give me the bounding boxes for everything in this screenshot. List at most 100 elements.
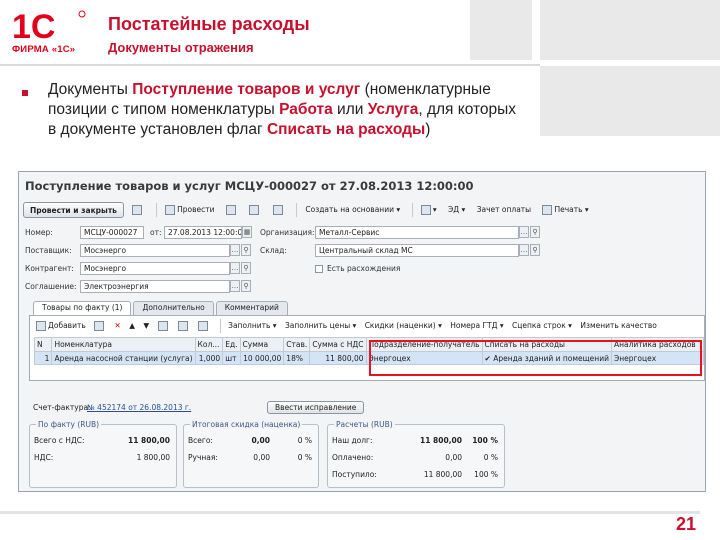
number-field[interactable]: МСЦУ-000027	[80, 226, 144, 239]
copy-row-icon[interactable]	[92, 320, 108, 332]
slide-subtitle: Документы отражения	[108, 40, 254, 55]
our-debt-label: Наш долг:	[332, 436, 373, 445]
bullet-marker	[22, 90, 28, 96]
organization-dropdown-icon[interactable]: …	[519, 226, 529, 238]
journal-icon[interactable]	[270, 202, 288, 218]
discounts-menu[interactable]: Скидки (наценки) ▾	[363, 320, 444, 332]
warehouse-field[interactable]: Центральный склад МС	[315, 244, 519, 257]
organization-label: Организация:	[260, 228, 315, 237]
warehouse-open-icon[interactable]: ⚲	[530, 244, 540, 256]
column-header[interactable]: Номенклатура	[51, 337, 196, 352]
print-menu[interactable]: Печать ▾	[539, 202, 591, 218]
our-debt-value: 11 800,00	[420, 436, 462, 445]
highlight-frame	[369, 340, 702, 376]
unpost-icon[interactable]	[223, 202, 241, 218]
change-quality-button[interactable]: Изменить качество	[578, 320, 659, 332]
decor-block	[540, 66, 720, 136]
tab-comment[interactable]: Комментарий	[215, 301, 288, 315]
discrepancy-checkbox[interactable]	[315, 265, 323, 273]
printer-icon	[542, 205, 553, 215]
group-title: Итоговая скидка (наценка)	[190, 420, 303, 429]
save-icon[interactable]	[129, 202, 147, 218]
presentation-slide: 1С ФИРМА «1С» Постатейные расходы Докуме…	[0, 0, 720, 540]
move-down-icon[interactable]: ▼	[141, 320, 151, 332]
select-icon[interactable]	[156, 320, 172, 332]
logo-text: 1С	[12, 8, 55, 42]
enter-correction-button[interactable]: Ввести исправление	[267, 401, 365, 414]
move-up-icon[interactable]: ▲	[127, 320, 137, 332]
table-cell[interactable]: 1,000	[194, 351, 224, 365]
calendar-icon[interactable]: ▦	[242, 226, 252, 238]
table-cell[interactable]: 18%	[283, 351, 311, 365]
agreement-field[interactable]: Электроэнергия	[80, 280, 230, 293]
column-header[interactable]: Ед.	[222, 337, 241, 352]
manual-discount-label: Ручная:	[188, 453, 218, 462]
1c-logo-mark: 1С	[12, 8, 86, 42]
add-row-button[interactable]: Добавить	[34, 320, 88, 332]
invoice-line: Счет-фактура: № 452174 от 26.08.2013 г.	[29, 397, 705, 415]
fill-prices-menu[interactable]: Заполнить цены ▾	[283, 320, 358, 332]
received-percent: 100 %	[474, 470, 498, 479]
organization-field[interactable]: Металл-Сервис	[315, 226, 519, 239]
paid-value: 0,00	[445, 453, 462, 462]
movements-icon[interactable]	[246, 202, 264, 218]
counterparty-label: Контрагент:	[25, 264, 74, 273]
supplier-dropdown-icon[interactable]: …	[230, 244, 240, 256]
decor-block	[540, 0, 720, 60]
table-cell[interactable]: 10 000,00	[239, 351, 285, 365]
tab-goods-fact[interactable]: Товары по факту (1)	[33, 301, 132, 315]
supplier-field[interactable]: Мосэнерго	[80, 244, 230, 257]
manual-discount-percent: 0 %	[297, 453, 312, 462]
pick-icon[interactable]	[176, 320, 192, 332]
slide-body-text: Документы Поступление товаров и услуг (н…	[48, 81, 517, 138]
delete-row-icon[interactable]: ✕	[113, 320, 123, 332]
column-header[interactable]: Сумма с НДС	[309, 337, 367, 352]
counterparty-dropdown-icon[interactable]: …	[230, 262, 240, 274]
discount-totals-group: Итоговая скидка (наценка) Всего: 0,00 0 …	[183, 420, 319, 488]
date-field[interactable]: 27.08.2013 12:00:00	[164, 226, 242, 239]
counterparty-open-icon[interactable]: ⚲	[241, 262, 251, 274]
tab-additional[interactable]: Дополнительно	[133, 301, 214, 315]
invoice-link[interactable]: № 452174 от 26.08.2013 г.	[87, 403, 191, 412]
document-tabs: Товары по факту (1) Дополнительно Коммента…	[33, 301, 290, 315]
document-toolbar: Провести и закрыть Провести Создать на о…	[23, 202, 701, 220]
supplier-open-icon[interactable]: ⚲	[241, 244, 251, 256]
gtd-numbers-menu[interactable]: Номера ГТД ▾	[448, 320, 505, 332]
column-header[interactable]: Кол...	[194, 337, 224, 352]
counterparty-field[interactable]: Мосэнерго	[80, 262, 230, 275]
total-with-vat-value: 11 800,00	[128, 436, 170, 445]
column-header[interactable]: Сумма	[239, 337, 285, 352]
post-and-close-button[interactable]: Провести и закрыть	[23, 202, 124, 218]
toolbar-separator	[411, 203, 413, 217]
toolbar-separator	[219, 319, 221, 333]
sort-icon[interactable]	[196, 320, 212, 332]
agreement-open-icon[interactable]: ⚲	[241, 280, 251, 292]
invoice-offset-button[interactable]: Зачет оплаты	[474, 202, 534, 218]
rows-link-menu[interactable]: Сцепка строк ▾	[510, 320, 574, 332]
agreement-dropdown-icon[interactable]: …	[230, 280, 240, 292]
fill-menu[interactable]: Заполнить ▾	[226, 320, 278, 332]
table-cell[interactable]: Аренда насосной станции (услуга)	[51, 351, 196, 365]
header-divider	[0, 64, 540, 66]
received-label: Поступило:	[332, 470, 377, 479]
post-button[interactable]: Провести	[162, 202, 217, 218]
ed-menu[interactable]: ЭД ▾	[445, 202, 468, 218]
agreement-label: Соглашение:	[25, 282, 77, 291]
manual-discount-value: 0,00	[253, 453, 270, 462]
table-cell[interactable]: шт	[222, 351, 241, 365]
group-title: Расчеты (RUB)	[334, 420, 395, 429]
received-value: 11 800,00	[423, 470, 462, 479]
table-toolbar: Добавить ✕ ▲ ▼ Заполнить ▾ Заполнить цен…	[34, 319, 661, 333]
table-cell[interactable]: 1	[33, 351, 53, 365]
vat-value: 1 800,00	[136, 453, 170, 462]
decor-block	[470, 0, 532, 60]
column-header[interactable]: Став.	[283, 337, 311, 352]
discount-total-value: 0,00	[251, 436, 270, 445]
table-cell[interactable]: 11 800,00	[309, 351, 367, 365]
organization-open-icon[interactable]: ⚲	[530, 226, 540, 238]
create-based-on-menu[interactable]: Создать на основании ▾	[302, 202, 403, 218]
column-header[interactable]: N	[33, 337, 53, 352]
attachments-icon[interactable]: ▾	[418, 202, 440, 218]
warehouse-dropdown-icon[interactable]: …	[519, 244, 529, 256]
post-icon	[165, 205, 176, 215]
